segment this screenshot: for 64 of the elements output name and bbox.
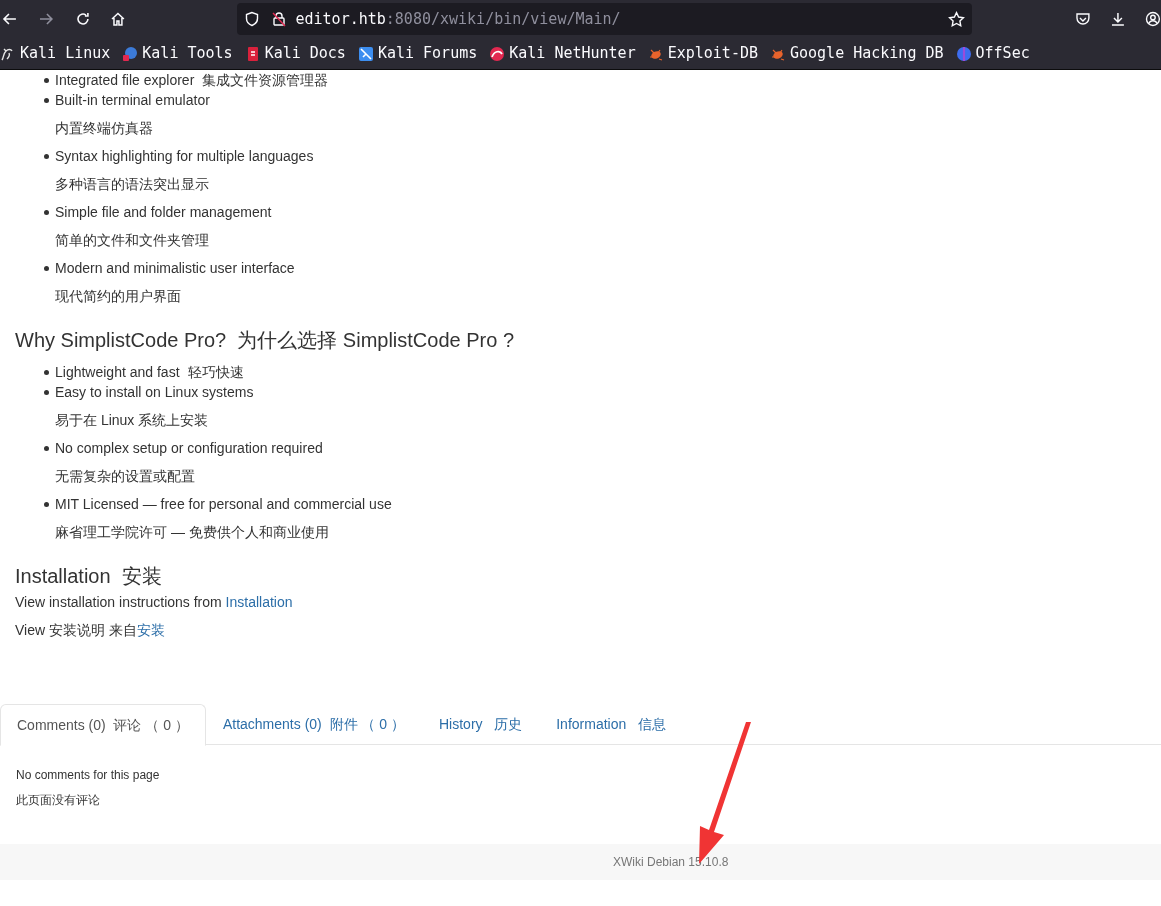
bookmark-link[interactable]: OffSec	[955, 42, 1030, 65]
translation-text: 简单的文件和文件夹管理	[55, 231, 210, 250]
translation-text: 内置终端仿真器	[55, 119, 154, 138]
bookmark-link[interactable]: Kali Tools	[122, 42, 233, 65]
installation-link[interactable]: Installation	[225, 594, 293, 610]
bookmark-icon	[122, 45, 139, 62]
bookmark-icon	[489, 45, 506, 62]
bullet-icon	[44, 209, 49, 215]
list-item-text: Lightweight and fast	[55, 362, 180, 382]
address-bar[interactable]: editor.htb:8080/xwiki/bin/view/Main/	[236, 3, 973, 35]
translation-text: 无需复杂的设置或配置	[55, 467, 196, 486]
tab[interactable]: Attachments (0) 附件 （ 0 ）	[205, 704, 422, 745]
reload-icon[interactable]	[74, 11, 91, 27]
account-icon[interactable]	[1145, 11, 1161, 27]
home-icon[interactable]	[109, 11, 126, 27]
bookmark-link[interactable]: Kali Linux	[0, 42, 111, 65]
list-item-text: Syntax highlighting for multiple languages	[55, 146, 314, 166]
section-heading: Installation 安装	[15, 564, 163, 589]
list-item-text: Easy to install on Linux systems	[55, 382, 254, 402]
paragraph-text: View 安装说明 来自	[15, 622, 137, 638]
bookmark-star-icon[interactable]	[948, 10, 966, 28]
bullet-icon	[44, 97, 49, 103]
bullet-icon	[44, 265, 49, 271]
bullet-icon	[44, 445, 49, 451]
insecure-lock-icon[interactable]	[270, 11, 287, 27]
list-item-text: Integrated file explorer	[55, 70, 195, 90]
translation-text: 轻巧快速	[187, 362, 244, 382]
back-icon[interactable]	[2, 11, 18, 27]
paragraph-text: View installation instructions from	[15, 594, 223, 610]
version-text: XWiki Debian 15.10.8	[613, 854, 729, 871]
translation-text: 易于在 Linux 系统上安装	[55, 411, 210, 430]
download-icon[interactable]	[1110, 11, 1127, 27]
bookmark-link[interactable]: Kali NetHunter	[489, 42, 636, 65]
comment-message: No comments for this page	[16, 767, 161, 783]
installation-link[interactable]: 安装	[136, 622, 165, 638]
bookmark-icon	[955, 45, 972, 62]
translation-text: 麻省理工学院许可 — 免费供个人和商业使用	[55, 523, 330, 542]
bullet-icon	[44, 77, 49, 83]
comment-message: 此页面没有评论	[16, 792, 101, 808]
bookmark-link[interactable]: Kali Docs	[244, 42, 346, 65]
bullet-icon	[44, 501, 49, 507]
list-item-text: Simple file and folder management	[55, 202, 272, 222]
translation-text: 集成文件资源管理器	[202, 70, 329, 90]
forward-icon[interactable]	[37, 11, 54, 27]
list-item-text: Built-in terminal emulator	[55, 90, 210, 110]
section-heading: Why SimplistCode Pro? 为什么选择 SimplistCode Pro ?	[15, 328, 516, 353]
tab[interactable]: Information 信息	[539, 704, 683, 745]
bullet-icon	[44, 369, 49, 375]
pocket-icon[interactable]	[1075, 11, 1092, 27]
url-text: editor.htb:8080/xwiki/bin/view/Main/	[295, 8, 621, 30]
bookmark-link[interactable]: Kali Forums	[357, 42, 478, 65]
tab[interactable]: Comments (0) 评论 （ 0 ）	[0, 704, 206, 746]
list-item-text: MIT Licensed — free for personal and commercial use	[55, 494, 392, 514]
bullet-icon	[44, 389, 49, 395]
bookmark-icon	[357, 45, 374, 62]
bullet-icon	[44, 153, 49, 159]
shield-icon[interactable]	[243, 11, 260, 27]
bookmark-link[interactable]: Exploit-DB	[647, 42, 758, 65]
list-item-text: No complex setup or configuration required	[55, 438, 323, 458]
list-item-text: Modern and minimalistic user interface	[55, 258, 295, 278]
translation-text: 现代简约的用户界面	[55, 287, 182, 306]
translation-text: 多种语言的语法突出显示	[55, 175, 210, 194]
bookmark-link[interactable]: Google Hacking DB	[770, 42, 944, 65]
tab[interactable]: History 历史	[422, 704, 540, 745]
